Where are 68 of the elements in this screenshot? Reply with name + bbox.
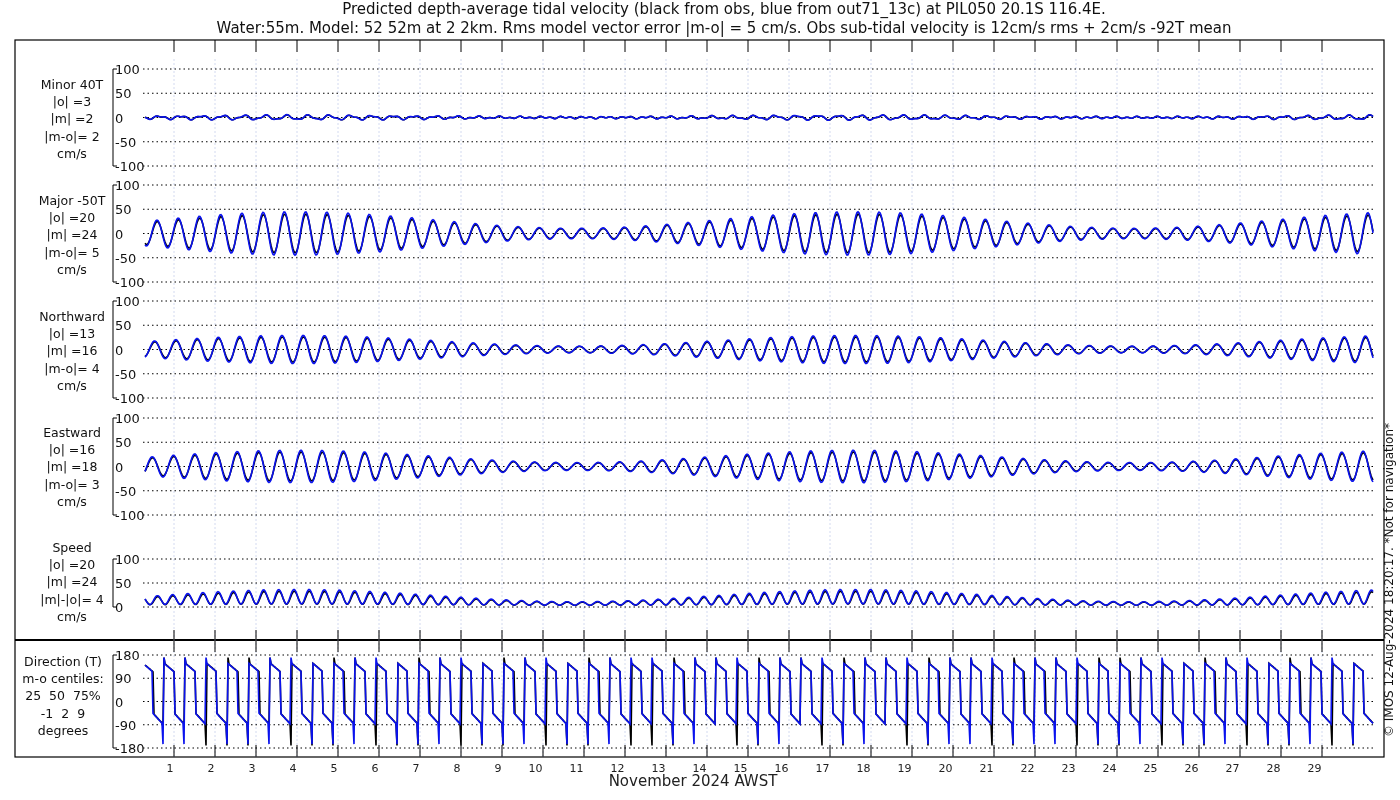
x-tick-label: 25: [1143, 762, 1158, 775]
y-tick-label: 50: [115, 435, 132, 451]
x-tick-label: 26: [1184, 762, 1199, 775]
y-tick-label: -100: [115, 508, 145, 523]
x-tick-label: 6: [371, 762, 379, 775]
x-tick-label: 2: [207, 762, 215, 775]
y-tick-label: -180: [115, 741, 145, 756]
y-tick-label: 180: [115, 648, 140, 663]
x-tick-label: 1: [166, 762, 174, 775]
panel-label: Eastward |o| =16 |m| =18 |m-o|= 3 cm/s: [43, 425, 101, 509]
x-tick-label: 21: [979, 762, 994, 775]
panel-label: Minor 40T |o| =3 |m| =2 |m-o|= 2 cm/s: [40, 77, 104, 161]
y-tick-label: 100: [115, 178, 140, 193]
panel-label: Northward |o| =13 |m| =16 |m-o|= 4 cm/s: [39, 309, 105, 393]
y-tick-label: 0: [115, 226, 124, 242]
y-tick-label: -50: [115, 134, 137, 150]
x-tick-label: 23: [1061, 762, 1076, 775]
y-tick-label: 50: [115, 202, 132, 218]
panel-label: Direction (T) m-o centiles: 25 50 75% -1 2 9 degrees: [22, 654, 104, 738]
x-tick-label: 10: [528, 762, 543, 775]
y-tick-label: 100: [115, 62, 140, 77]
x-tick-label: 28: [1266, 762, 1281, 775]
y-tick-label: 0: [115, 600, 124, 615]
y-tick-label: -100: [115, 275, 145, 290]
x-tick-label: 15: [733, 762, 748, 775]
x-tick-label: 24: [1102, 762, 1117, 775]
y-tick-label: -100: [115, 391, 145, 406]
chart-title: Water:55m. Model: 52 52m at 2 2km. Rms model vector error |m-o| = 5 cm/s. Obs sub-tidal velocity is 12cm/s rms + 2cm/s -92T mean: [216, 19, 1232, 37]
y-tick-label: 50: [115, 318, 132, 334]
panel-label: Speed |o| =20 |m| =24 |m|-|o|= 4 cm/s: [40, 540, 104, 624]
y-tick-label: 100: [115, 411, 140, 426]
y-tick-label: 100: [115, 294, 140, 309]
x-axis-label: November 2024 AWST: [608, 772, 778, 790]
credit-text: © IMOS 12-Aug-2024 18:20:17. *Not for navigation*: [1382, 422, 1396, 738]
x-tick-label: 5: [330, 762, 338, 775]
x-tick-label: 19: [897, 762, 912, 775]
x-tick-label: 3: [248, 762, 256, 775]
x-tick-label: 22: [1020, 762, 1035, 775]
x-tick-label: 27: [1225, 762, 1240, 775]
x-tick-label: 16: [774, 762, 789, 775]
x-tick-label: 12: [610, 762, 625, 775]
y-tick-label: -50: [115, 366, 137, 382]
y-tick-label: 0: [115, 342, 124, 358]
x-tick-label: 8: [453, 762, 461, 775]
y-tick-label: 0: [115, 110, 124, 126]
y-tick-label: -100: [115, 159, 145, 174]
y-tick-label: 0: [115, 694, 124, 710]
x-tick-label: 7: [412, 762, 420, 775]
x-tick-label: 11: [569, 762, 584, 775]
chart-title: Predicted depth-average tidal velocity (black from obs, blue from out71_13c) at PIL050 20.1S 116.4E.: [342, 0, 1106, 18]
x-tick-label: 17: [815, 762, 830, 775]
panel-label: Major -50T |o| =20 |m| =24 |m-o|= 5 cm/s: [38, 193, 106, 277]
x-tick-label: 20: [938, 762, 953, 775]
x-tick-label: 13: [651, 762, 666, 775]
x-tick-label: 14: [692, 762, 707, 775]
x-tick-label: 29: [1307, 762, 1322, 775]
y-tick-label: -50: [115, 250, 137, 266]
y-tick-label: 50: [115, 576, 132, 591]
x-tick-label: 18: [856, 762, 871, 775]
x-tick-label: 4: [289, 762, 297, 775]
y-tick-label: 0: [115, 459, 124, 475]
y-tick-label: 90: [115, 671, 132, 687]
x-tick-label: 9: [494, 762, 502, 775]
y-axis: [112, 558, 118, 608]
y-tick-label: 50: [115, 86, 132, 102]
y-tick-label: -90: [115, 717, 137, 733]
y-tick-label: -50: [115, 483, 137, 499]
y-tick-label: 100: [115, 552, 140, 567]
